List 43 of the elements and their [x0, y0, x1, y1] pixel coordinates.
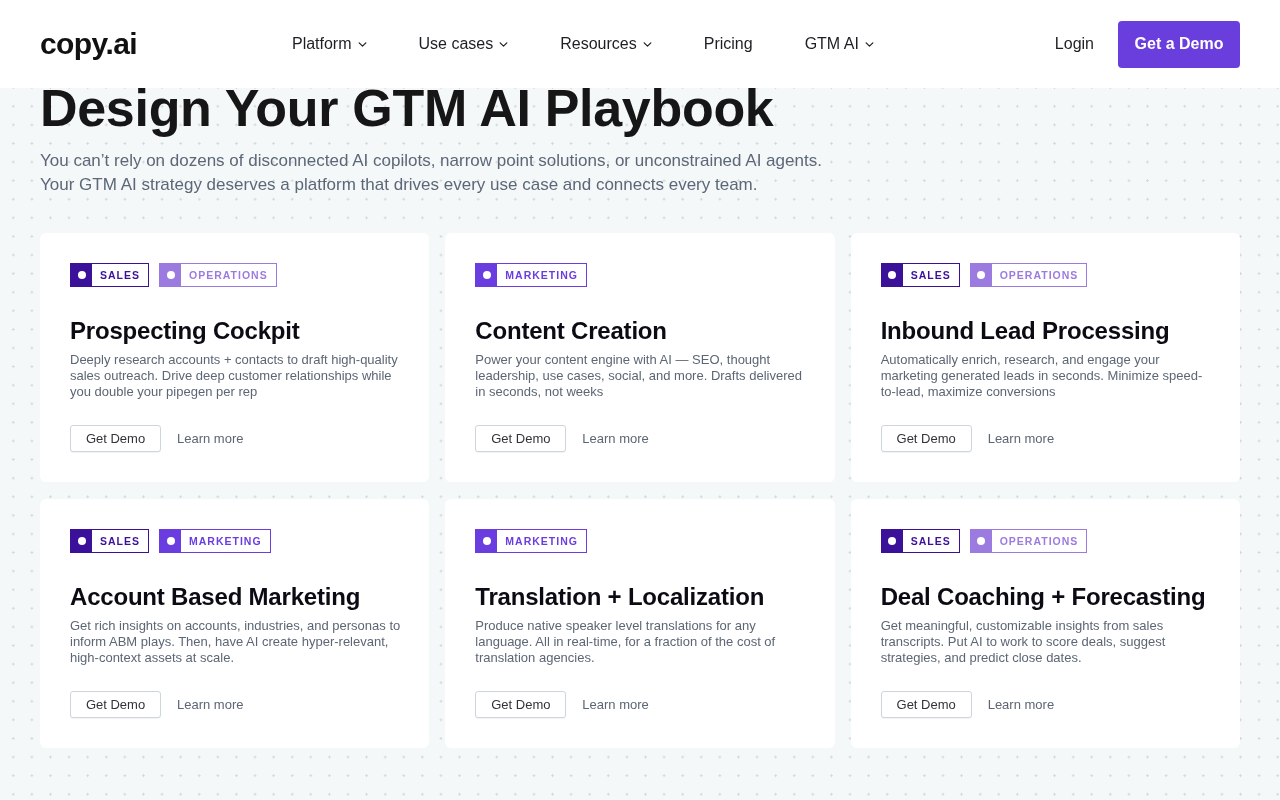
intro-paragraph: You can’t rely on dozens of disconnected AI copilots, narrow point solutions, or unconstrained AI agents. Your GTM AI strategy deserves a platform that drives every use case and connects every team. — [40, 150, 823, 196]
nav-link[interactable]: Use cases — [418, 35, 509, 53]
tag-label: OPERATIONS — [998, 534, 1080, 549]
tag-label: MARKETING — [504, 268, 579, 283]
card-description: Produce native speaker level translations for any language. All in real-time, for a fraction of the cost of translation agencies. — [475, 618, 777, 666]
learn-more-link[interactable]: Learn more — [177, 431, 244, 446]
tag-label: SALES — [99, 534, 141, 549]
get-demo-button[interactable]: Get Demo — [475, 691, 567, 718]
tag-label: SALES — [909, 268, 952, 283]
learn-more-link[interactable]: Learn more — [582, 431, 649, 446]
card-title: Inbound Lead Processing — [880, 316, 1171, 346]
card-description: Get meaningful, customizable insights from sales transcripts. Put AI to work to score deals, suggest strategies, and predict close dates. — [880, 618, 1167, 666]
card-description: Get rich insights on accounts, industries, and personas to inform ABM plays. Then, have AI create hyper-relevant, high-context assets at scale. — [70, 618, 402, 666]
card-title: Deal Coaching + Forecasting — [880, 582, 1207, 612]
card-title: Account Based Marketing — [70, 582, 362, 612]
get-demo-button[interactable]: Get Demo — [475, 425, 567, 452]
login-link[interactable]: Login — [1054, 35, 1094, 53]
card-description: Power your content engine with AI — SEO, thought leadership, use cases, social, and more. Drafts delivered in seconds, not weeks — [475, 352, 803, 400]
card-description: Deeply research accounts + contacts to draft high-quality sales outreach. Drive deep customer relationships while you double your pipegen per rep — [70, 352, 399, 400]
nav-link[interactable]: GTM AI — [804, 35, 874, 53]
tag-label: SALES — [909, 534, 952, 549]
get-demo-button[interactable]: Get Demo — [70, 691, 161, 718]
tag-label: OPERATIONS — [188, 268, 269, 283]
learn-more-link[interactable]: Learn more — [177, 697, 244, 712]
card-title: Content Creation — [475, 316, 668, 346]
learn-more-link[interactable]: Learn more — [987, 697, 1055, 712]
tag-label: SALES — [99, 268, 141, 283]
card-title: Prospecting Cockpit — [70, 316, 301, 346]
get-demo-button[interactable]: Get Demo — [880, 425, 972, 452]
logo[interactable]: copy.ai — [40, 26, 137, 62]
tag-label: MARKETING — [504, 534, 579, 549]
nav-link[interactable]: Pricing — [703, 35, 753, 53]
card-title: Translation + Localization — [475, 582, 766, 612]
get-demo-button[interactable]: Get Demo — [70, 425, 161, 452]
nav-link[interactable]: Resources — [560, 35, 652, 53]
card-description: Automatically enrich, research, and engage your marketing generated leads in seconds. Minimize speed-to-lead, maximize conversions — [880, 352, 1204, 400]
learn-more-link[interactable]: Learn more — [987, 431, 1055, 446]
get-demo-button[interactable]: Get a Demo — [1118, 20, 1240, 68]
get-demo-button[interactable]: Get Demo — [880, 691, 972, 718]
tag-label: MARKETING — [188, 534, 263, 549]
tag-label: OPERATIONS — [998, 268, 1080, 283]
learn-more-link[interactable]: Learn more — [582, 697, 649, 712]
nav-link[interactable]: Platform — [291, 35, 367, 53]
